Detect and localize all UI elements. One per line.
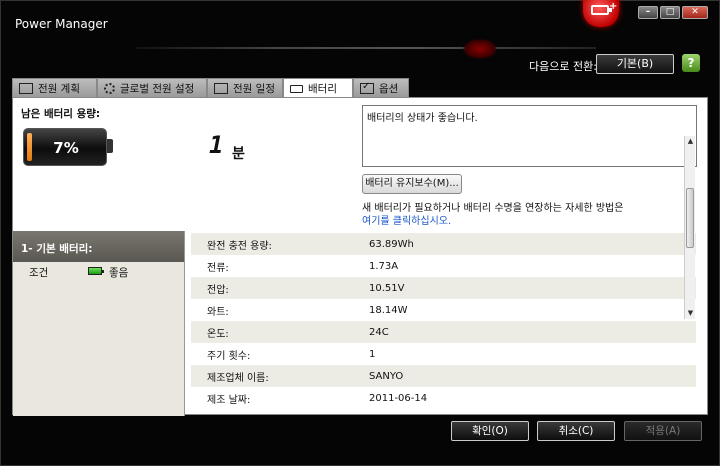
condition-value: 좋음 — [109, 267, 129, 279]
detail-key: 완전 충전 용량: — [207, 240, 272, 252]
remaining-time-value: 1 — [209, 131, 224, 159]
remaining-capacity-label: 남은 배터리 용량: — [21, 108, 101, 120]
table-row: 전압: 10.51V — [191, 277, 696, 299]
battery-maintenance-button[interactable]: 배터리 유지보수(M)... — [362, 174, 462, 194]
table-row: 와트: 18.14W — [191, 299, 696, 321]
tab-options[interactable]: 옵션 — [353, 78, 409, 97]
tab-power-plan[interactable]: 전원 계획 — [12, 78, 97, 97]
power-manager-logo-icon: + — [583, 0, 619, 27]
schedule-icon — [214, 82, 228, 94]
detail-key: 주기 횟수: — [207, 350, 251, 362]
detail-value: 2011-06-14 — [369, 392, 428, 404]
detail-key: 제조업체 이름: — [207, 372, 269, 384]
detail-value: 24C — [369, 326, 389, 338]
detail-value: 1.73A — [369, 260, 399, 272]
tab-label: 전원 계획 — [38, 82, 80, 95]
details-scrollbar[interactable]: ▲ ▼ — [684, 136, 695, 319]
tab-battery[interactable]: 배터리 — [283, 78, 353, 98]
battery-percent: 7% — [53, 139, 79, 157]
battery-good-icon — [88, 267, 104, 275]
detail-key: 와트: — [207, 306, 229, 318]
tab-label: 전원 일정 — [233, 82, 275, 95]
primary-battery-heading[interactable]: 1- 기본 배터리: — [13, 231, 184, 262]
detail-value: 1 — [369, 348, 376, 360]
table-row: 전류: 1.73A — [191, 255, 696, 277]
checkbox-icon — [360, 81, 374, 94]
battery-info-link[interactable]: 여기를 클릭하십시오. — [362, 212, 451, 227]
table-row: 온도: 24C — [191, 321, 696, 343]
detail-key: 전류: — [207, 262, 229, 274]
power-manager-window: Power Manager + – □ ✕ 다음으로 전환: 기본(B) ? 전… — [0, 0, 720, 466]
tab-label: 배터리 — [308, 83, 337, 95]
condition-label: 조건 — [29, 267, 49, 279]
header-divider — [136, 47, 596, 49]
scroll-down-icon[interactable]: ▼ — [685, 308, 696, 319]
ok-button[interactable]: 확인(O) — [451, 421, 529, 441]
maximize-button[interactable]: □ — [660, 6, 680, 19]
battery-details-table: 완전 충전 용량: 63.89Wh 전류: 1.73A 전압: 10.51V 와트: 1… — [191, 233, 696, 416]
battery-icon — [290, 84, 303, 93]
battery-status-box: 배터리의 상태가 좋습니다. — [362, 105, 697, 167]
tab-bar: 전원 계획 글로벌 전원 설정 전원 일정 배터리 옵션 — [12, 78, 409, 98]
detail-key: 제조 날짜: — [207, 394, 251, 406]
detail-value: SANYO — [369, 370, 404, 382]
tab-power-schedule[interactable]: 전원 일정 — [207, 78, 283, 97]
table-row: 주기 횟수: 1 — [191, 343, 696, 365]
minimize-button[interactable]: – — [638, 6, 658, 19]
tab-label: 옵션 — [379, 82, 399, 95]
battery-status-text: 배터리의 상태가 좋습니다. — [367, 113, 478, 124]
close-button[interactable]: ✕ — [682, 6, 708, 19]
scroll-up-icon[interactable]: ▲ — [685, 136, 696, 147]
table-row: 제조 날짜: 2011-06-14 — [191, 387, 696, 409]
remaining-time-unit: 분 — [232, 146, 245, 162]
gear-icon — [104, 82, 115, 94]
table-row: 제조업체 이름: SANYO — [191, 365, 696, 387]
table-row: 완전 충전 용량: 63.89Wh — [191, 233, 696, 255]
detail-value: 18.14W — [369, 304, 408, 316]
detail-key: 온도: — [207, 328, 229, 340]
detail-value: 63.89Wh — [369, 238, 414, 250]
apply-button[interactable]: 적용(A) — [624, 421, 702, 441]
plan-icon — [19, 82, 33, 94]
tab-label: 글로벌 전원 설정 — [120, 82, 195, 95]
switch-mode-label: 다음으로 전환: — [529, 60, 597, 73]
switch-basic-button[interactable]: 기본(B) — [596, 54, 674, 74]
cancel-button[interactable]: 취소(C) — [537, 421, 615, 441]
battery-panel: 남은 배터리 용량: 7% 1 분 배터리의 상태가 좋습니다. 배터리 유지보… — [12, 97, 708, 416]
red-glow-decoration — [463, 39, 497, 59]
window-title: Power Manager — [15, 17, 108, 31]
battery-list-pane: 1- 기본 배터리: 조건 좋음 — [13, 231, 185, 416]
battery-gauge: 7% — [23, 128, 107, 166]
detail-value: 10.51V — [369, 282, 405, 294]
tab-global-power-settings[interactable]: 글로벌 전원 설정 — [97, 78, 207, 97]
detail-key: 전압: — [207, 284, 229, 296]
window-controls: – □ ✕ — [638, 6, 708, 19]
battery-terminal — [107, 139, 113, 153]
help-icon[interactable]: ? — [682, 54, 700, 72]
scroll-thumb[interactable] — [686, 188, 694, 248]
